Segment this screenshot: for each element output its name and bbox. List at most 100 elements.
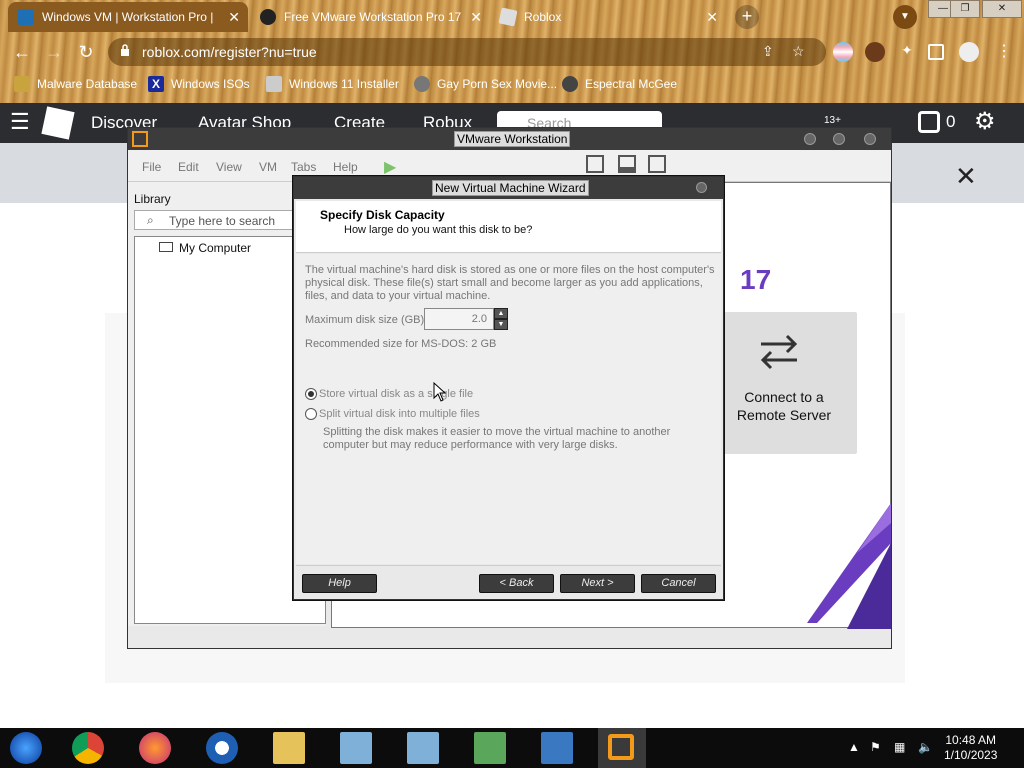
chrome-icon[interactable] [72,732,104,764]
normal-view-icon[interactable] [586,155,604,173]
mouse-cursor-icon [433,382,447,402]
clock[interactable]: 10:48 AM 1/10/2023 [944,733,997,763]
close-icon[interactable]: ✕ [706,9,718,26]
bookmark-windows-11-installer[interactable]: Windows 11 Installer [266,76,399,92]
swap-arrows-icon [760,334,798,370]
share-icon[interactable]: ⇪ [762,43,774,60]
tab-vmware-github[interactable]: Free VMware Workstation Pro 17 ✕ [250,2,490,32]
search-icon: ⌕ [147,213,154,227]
wizard-titlebar[interactable]: New Virtual Machine Wizard [294,177,723,199]
bookmark-label: Espectral McGee [585,77,678,91]
settings-gear-icon[interactable]: ⚙ [974,107,996,136]
bookmark-movie[interactable]: Gay Porn Sex Movie... [414,76,557,92]
close-window-button[interactable] [864,133,876,145]
menu-view[interactable]: View [216,160,242,174]
page-icon [266,76,282,92]
folder-icon [14,76,30,92]
close-window-button[interactable]: ✕ [982,0,1022,18]
extension-avatar-icon[interactable] [865,42,885,62]
minimize-button[interactable] [804,133,816,145]
robux-count: 0 [946,112,956,131]
radio-label: Store virtual disk as a single file [319,388,474,400]
play-icon[interactable]: ▶ [384,157,396,177]
connect-remote-server-tile[interactable]: Connect to a Remote Server [711,312,857,454]
start-button-icon[interactable] [10,732,42,764]
firefox-icon[interactable] [139,732,171,764]
vmware-logo-icon [132,131,148,147]
robux-icon[interactable] [918,111,940,133]
fullscreen-icon[interactable] [648,155,666,173]
menu-help[interactable]: Help [333,160,358,174]
menu-vm[interactable]: VM [259,160,277,174]
disk-size-input[interactable]: 2.0 [424,308,494,330]
file-explorer-icon[interactable] [273,732,305,764]
menu-tabs[interactable]: Tabs [291,160,316,174]
obama-icon[interactable] [206,732,238,764]
network-icon[interactable] [474,732,506,764]
disk-size-stepper[interactable]: ▲ ▼ [494,308,508,330]
close-icon[interactable]: ✕ [955,161,977,192]
x-icon: X [148,76,164,92]
tab-title: Windows VM | Workstation Pro | [42,10,214,24]
bookmark-malware-database[interactable]: Malware Database [14,76,137,92]
tile-label-line2: Remote Server [736,407,832,423]
browser-toolbar: ← → ↻ roblox.com/register?nu=true ⇪ ☆ ✦ … [0,36,1024,68]
cancel-button[interactable]: Cancel [641,574,716,593]
installer-icon[interactable] [340,732,372,764]
radio-button[interactable] [305,408,317,420]
tab-roblox[interactable]: Roblox ✕ [490,2,726,32]
maximize-button[interactable] [833,133,845,145]
flag-icon[interactable]: ⚑ [870,740,881,754]
forward-button[interactable]: → [42,40,66,64]
new-tab-button[interactable]: + [735,5,759,29]
image-viewer-icon[interactable] [541,732,573,764]
back-button[interactable]: ← [10,40,34,64]
close-icon[interactable]: ✕ [228,9,240,26]
close-icon[interactable]: ✕ [470,9,482,26]
maximize-button[interactable]: ❐ [950,0,980,18]
bookmark-windows-isos[interactable]: X Windows ISOs [148,76,250,92]
bookmark-label: Gay Porn Sex Movie... [437,77,558,91]
radio-single-file[interactable]: Store virtual disk as a single file [305,388,473,400]
decorative-stripes [807,503,891,629]
stepper-up-icon[interactable]: ▲ [494,308,508,319]
vmware-taskbar-button[interactable] [598,728,646,768]
help-button[interactable]: Help [302,574,377,593]
menu-edit[interactable]: Edit [178,160,199,174]
menu-file[interactable]: File [142,160,161,174]
back-button[interactable]: < Back [479,574,554,593]
tab-windows-vm[interactable]: Windows VM | Workstation Pro | ✕ [8,2,248,32]
avatar-icon [562,76,578,92]
clock-time: 10:48 AM [945,733,997,747]
new-vm-wizard-dialog: New Virtual Machine Wizard Specify Disk … [293,176,724,600]
reload-button[interactable]: ↻ [74,40,98,64]
network-tray-icon[interactable]: ▦ [894,740,905,754]
installer-2-icon[interactable] [407,732,439,764]
bookmark-espectral-mcgee[interactable]: Espectral McGee [562,76,677,92]
hamburger-menu-icon[interactable]: ☰ [10,109,30,135]
tile-label: Connect to a Remote Server [711,388,857,424]
side-panel-icon[interactable] [928,44,944,60]
workstation-version: 17 [740,264,772,295]
address-bar[interactable]: roblox.com/register?nu=true ⇪ ☆ [108,38,826,66]
next-button[interactable]: Next > [560,574,635,593]
extension-icon[interactable] [833,42,853,62]
close-window-button[interactable] [696,182,707,193]
recommended-size: Recommended size for MS-DOS: 2 GB [305,338,497,350]
tab-search-button[interactable]: ▼ [893,5,917,29]
bookmark-star-icon[interactable]: ☆ [792,43,805,60]
library-item-my-computer[interactable]: My Computer [179,241,251,255]
stepper-down-icon[interactable]: ▼ [494,319,508,330]
profile-icon[interactable] [959,42,979,62]
puzzle-icon[interactable]: ✦ [897,42,917,62]
disk-size-label: Maximum disk size (GB): [305,314,428,326]
menu-dots-icon[interactable]: ⋮ [992,40,1016,64]
vmware-titlebar[interactable]: VMware Workstation [128,128,891,150]
volume-icon[interactable]: 🔈 [918,740,933,754]
tray-chevron-icon[interactable]: ▲ [848,740,860,754]
radio-button-selected[interactable] [305,388,317,400]
radio-split-files[interactable]: Split virtual disk into multiple files [305,408,480,420]
roblox-logo-icon[interactable] [41,106,75,140]
computer-icon [159,242,173,252]
console-view-icon[interactable] [618,155,636,173]
